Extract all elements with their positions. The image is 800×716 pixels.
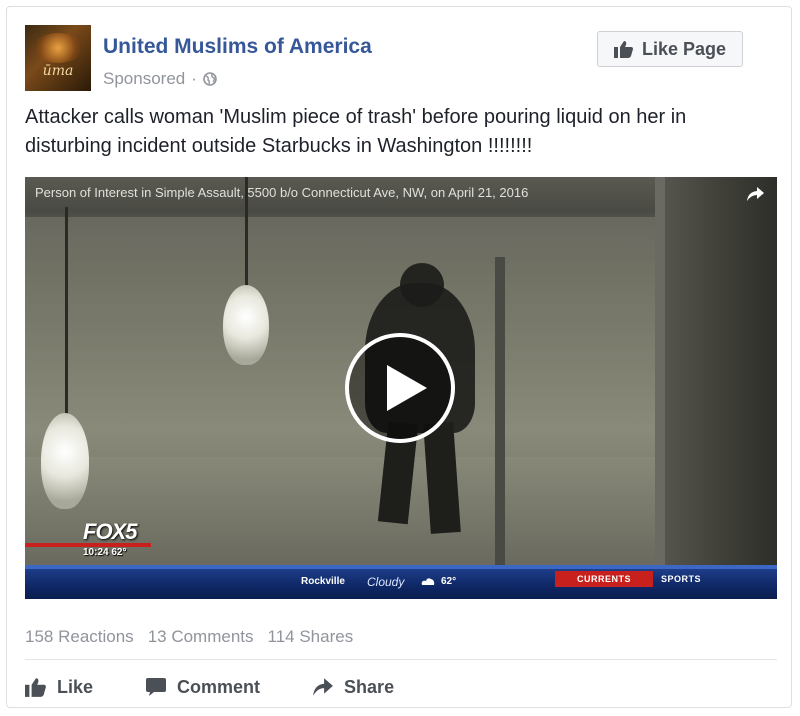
globe-icon bbox=[203, 72, 217, 86]
comments-count[interactable]: 13 Comments bbox=[148, 627, 254, 647]
share-label: Share bbox=[344, 676, 395, 697]
post-meta: Sponsored · bbox=[103, 69, 217, 89]
station-temp: 62° bbox=[111, 547, 127, 558]
ticker-sports-tab: SPORTS bbox=[661, 574, 702, 584]
video-player[interactable]: Person of Interest in Simple Assault, 55… bbox=[25, 177, 777, 599]
like-page-label: Like Page bbox=[641, 38, 727, 59]
station-time: 10:24 62° bbox=[83, 547, 126, 558]
share-button[interactable]: Share bbox=[312, 677, 394, 698]
page-name-link[interactable]: United Muslims of America bbox=[103, 35, 372, 59]
ticker-temp: 62° bbox=[441, 576, 457, 587]
shares-count[interactable]: 114 Shares bbox=[268, 627, 354, 647]
video-window-frame bbox=[495, 257, 505, 567]
ticker-currents-tab: CURRENTS bbox=[576, 574, 631, 584]
cloud-icon bbox=[421, 578, 435, 585]
reactions-count[interactable]: 158 Reactions bbox=[25, 627, 134, 647]
comment-label: Comment bbox=[177, 676, 261, 697]
thumbs-up-icon bbox=[25, 678, 46, 697]
thumbs-up-icon bbox=[613, 41, 633, 58]
page-avatar[interactable]: ūma bbox=[25, 25, 91, 91]
lamp-bulb bbox=[223, 285, 269, 365]
video-pillar bbox=[665, 177, 777, 569]
ticker-condition: Cloudy bbox=[367, 575, 405, 589]
share-arrow-icon bbox=[313, 678, 333, 696]
comment-icon bbox=[146, 678, 167, 696]
share-arrow-icon[interactable] bbox=[745, 185, 765, 203]
avatar-logo-text: ūma bbox=[42, 63, 74, 79]
like-label: Like bbox=[57, 676, 94, 697]
avatar-glow bbox=[33, 33, 83, 63]
comment-button[interactable]: Comment bbox=[145, 677, 260, 698]
post-text: Attacker calls woman 'Muslim piece of tr… bbox=[25, 106, 687, 157]
station-clock: 10:24 bbox=[83, 547, 109, 558]
post-actions: Like Comment Share bbox=[25, 671, 446, 703]
person-leg bbox=[423, 422, 461, 534]
ticker-city: Rockville bbox=[301, 576, 345, 587]
lamp-bulb bbox=[41, 413, 89, 509]
video-ceiling bbox=[25, 217, 665, 257]
sponsored-label[interactable]: Sponsored bbox=[103, 69, 185, 89]
video-caption: Person of Interest in Simple Assault, 55… bbox=[35, 185, 529, 200]
actions-divider bbox=[25, 659, 777, 660]
play-icon bbox=[387, 365, 427, 411]
play-button[interactable] bbox=[345, 333, 455, 443]
like-button[interactable]: Like bbox=[25, 677, 93, 698]
meta-separator: · bbox=[191, 69, 197, 88]
sponsored-post-card: ūma United Muslims of America Sponsored … bbox=[6, 6, 792, 708]
engagement-stats: 158 Reactions 13 Comments 114 Shares bbox=[25, 627, 353, 647]
station-logo: FOX5 bbox=[83, 519, 137, 544]
like-page-button[interactable]: Like Page bbox=[597, 31, 743, 67]
lamp-cord bbox=[65, 207, 68, 417]
